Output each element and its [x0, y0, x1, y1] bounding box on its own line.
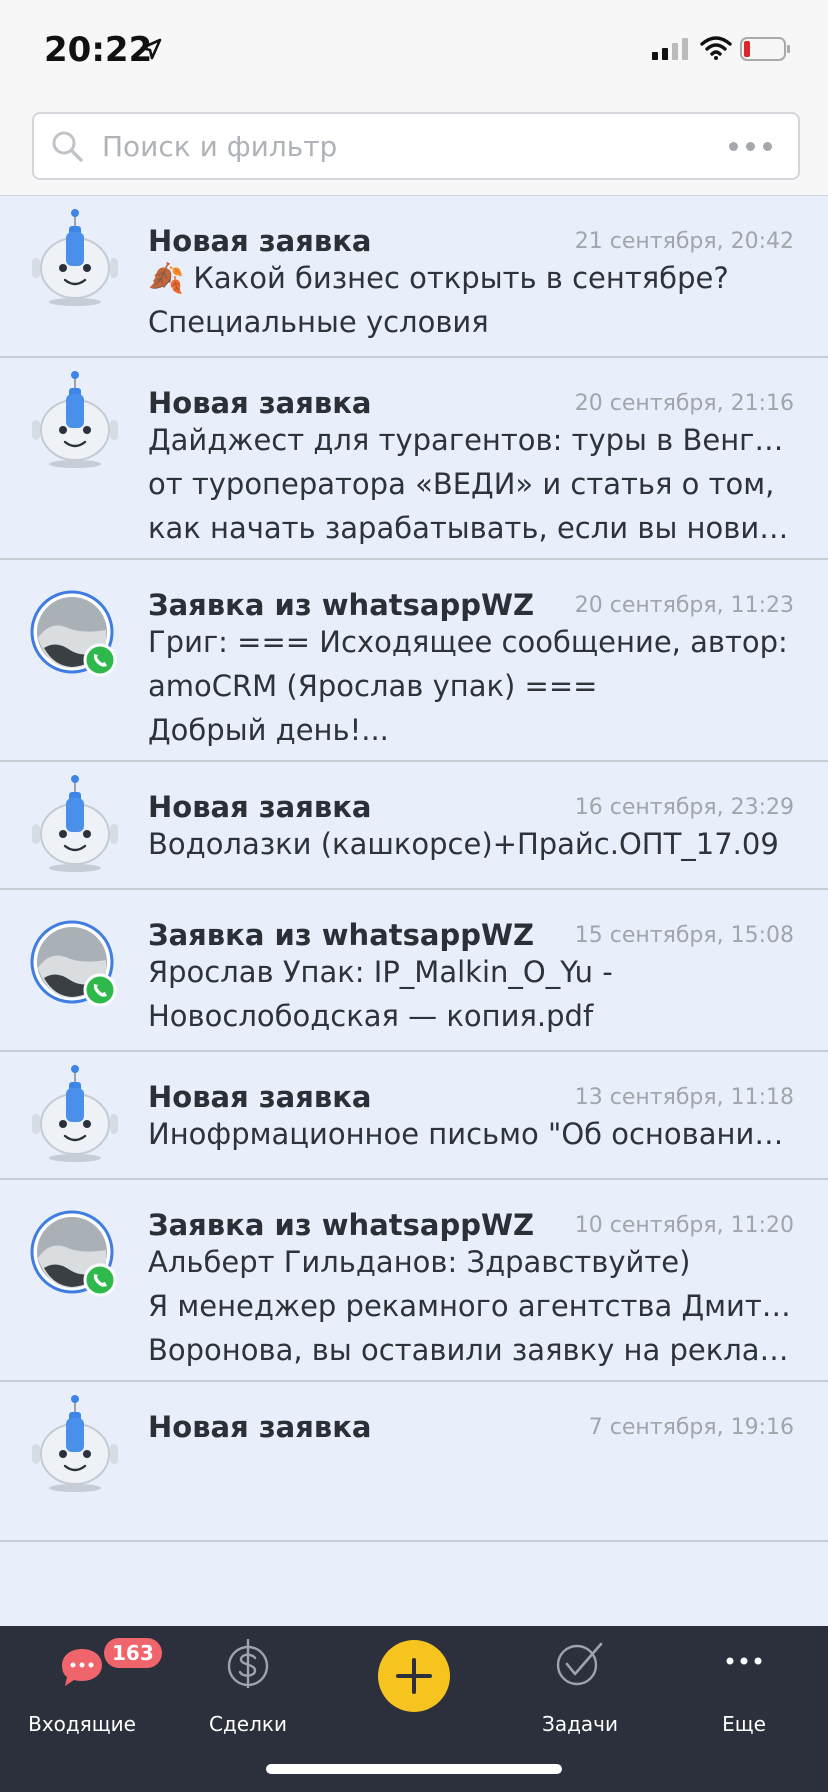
conversation-title: Новая заявка — [148, 224, 372, 258]
preview-line: от туроператора «ВЕДИ» и статья о том, — [148, 467, 775, 501]
conversation-date: 21 сентября, 20:42 — [574, 229, 794, 254]
preview-line: Инофрмационное письмо "Об основаниях" — [148, 1117, 794, 1151]
conversation-preview: Инофрмационное письмо "Об основаниях" — [148, 1112, 794, 1156]
add-button[interactable] — [378, 1640, 450, 1712]
conversation-date: 16 сентября, 23:29 — [574, 795, 794, 820]
status-time: 20:22 — [44, 30, 153, 70]
conversation-preview: Альберт Гильданов: Здравствуйте) Я менедж… — [148, 1240, 794, 1372]
conversation-list: Новая заявка 21 сентября, 20:42 🍂 Какой … — [0, 196, 828, 1626]
preview-line: Григ: === Исходящее сообщение, автор: — [148, 625, 788, 659]
screen: 20:22 Поиск и фильтр Новая заявка 21 сен… — [0, 0, 828, 1792]
search-bar — [0, 100, 828, 196]
conversation-preview: Водолазки (кашкорсе)+Прайс.ОПТ_17.09 — [148, 822, 794, 866]
status-bar: 20:22 — [0, 0, 828, 100]
conversation-title: Новая заявка — [148, 1410, 372, 1444]
preview-line: Специальные условия — [148, 305, 489, 339]
conversation-row[interactable]: Заявка из whatsappWZ 10 сентября, 11:20 … — [0, 1180, 828, 1382]
conversation-date: 7 сентября, 19:16 — [588, 1415, 794, 1440]
preview-line: amoCRM (Ярослав упак) === — [148, 669, 598, 703]
tab-inbox[interactable]: 163 Входящие — [2, 1626, 162, 1756]
cellular-signal-icon — [652, 38, 688, 60]
preview-line: Воронова, вы оставили заявку на реклам..… — [148, 1333, 794, 1367]
conversation-title: Новая заявка — [148, 386, 372, 420]
home-indicator — [266, 1764, 562, 1774]
check-circle-icon — [556, 1642, 603, 1686]
conversation-preview: Ярослав Упак: IP_Malkin_O_Yu - Новослобод… — [148, 950, 794, 1038]
conversation-row[interactable]: Новая заявка 16 сентября, 23:29 Водолазк… — [0, 762, 828, 890]
tab-tasks-label: Задачи — [542, 1712, 618, 1736]
robot-avatar-icon — [32, 209, 118, 306]
preview-line: 🍂 Какой бизнес открыть в сентябре? — [148, 261, 729, 295]
robot-avatar-icon — [32, 775, 118, 872]
inbox-badge: 163 — [104, 1638, 162, 1668]
preview-line: Ярослав Упак: IP_Malkin_O_Yu - — [148, 955, 613, 989]
conversation-date: 13 сентября, 11:18 — [574, 1085, 794, 1110]
preview-line: Новослободская — копия.pdf — [148, 999, 594, 1033]
whatsapp-contact-avatar — [30, 920, 117, 1007]
conversation-preview: 🍂 Какой бизнес открыть в сентябре? Специа… — [148, 256, 794, 344]
conversation-row[interactable]: Новая заявка 13 сентября, 11:18 Инофрмац… — [0, 1052, 828, 1180]
conversation-preview: Дайджест для турагентов: туры в Венгрию о… — [148, 418, 794, 550]
robot-avatar-icon — [32, 1395, 118, 1492]
more-dots-icon — [726, 1657, 762, 1665]
tab-more-label: Еще — [722, 1712, 766, 1736]
preview-line: Водолазки (кашкорсе)+Прайс.ОПТ_17.09 — [148, 827, 779, 861]
robot-avatar-icon — [32, 1065, 118, 1162]
conversation-row[interactable]: Новая заявка 20 сентября, 21:16 Дайджест… — [0, 358, 828, 560]
tab-bar: 163 Входящие Сделки Задачи Еще — [0, 1626, 828, 1792]
battery-low-icon — [740, 37, 790, 61]
tab-inbox-label: Входящие — [28, 1712, 136, 1736]
conversation-date: 10 сентября, 11:20 — [574, 1213, 794, 1238]
conversation-row[interactable]: Новая заявка 7 сентября, 19:16 — [0, 1382, 828, 1542]
tab-more[interactable]: Еще — [664, 1626, 824, 1756]
conversation-row[interactable]: Новая заявка 21 сентября, 20:42 🍂 Какой … — [0, 196, 828, 358]
search-box[interactable] — [32, 112, 800, 180]
tab-deals-label: Сделки — [209, 1712, 287, 1736]
conversation-title: Новая заявка — [148, 1080, 372, 1114]
conversation-title: Новая заявка — [148, 790, 372, 824]
preview-line: Я менеджер рекамного агентства Дмитрия — [148, 1289, 794, 1323]
search-icon — [52, 131, 83, 162]
conversation-date: 20 сентября, 21:16 — [574, 391, 794, 416]
conversation-row[interactable]: Заявка из whatsappWZ 15 сентября, 15:08 … — [0, 890, 828, 1052]
preview-line: Альберт Гильданов: Здравствуйте) — [148, 1245, 691, 1279]
whatsapp-contact-avatar — [30, 590, 117, 677]
conversation-title: Заявка из whatsappWZ — [148, 918, 534, 952]
preview-line: Дайджест для турагентов: туры в Венгрию — [148, 423, 794, 457]
chat-bubble-icon — [62, 1649, 102, 1686]
preview-line: как начать зарабатывать, если вы новичо.… — [148, 511, 794, 545]
dollar-icon — [227, 1639, 269, 1688]
preview-line: Добрый день!... — [148, 713, 389, 747]
conversation-date: 15 сентября, 15:08 — [574, 923, 794, 948]
tab-tasks[interactable]: Задачи — [500, 1626, 660, 1756]
search-input[interactable] — [102, 126, 702, 166]
search-options-button[interactable] — [729, 132, 772, 151]
whatsapp-contact-avatar — [30, 1210, 117, 1297]
more-dots-icon — [729, 142, 772, 151]
wifi-icon — [700, 36, 732, 60]
conversation-row[interactable]: Заявка из whatsappWZ 20 сентября, 11:23 … — [0, 560, 828, 762]
conversation-title: Заявка из whatsappWZ — [148, 588, 534, 622]
tab-deals[interactable]: Сделки — [168, 1626, 328, 1756]
conversation-preview: Григ: === Исходящее сообщение, автор: amo… — [148, 620, 794, 752]
conversation-title: Заявка из whatsappWZ — [148, 1208, 534, 1242]
conversation-date: 20 сентября, 11:23 — [574, 593, 794, 618]
plus-icon — [396, 1658, 432, 1694]
location-arrow-icon — [140, 38, 162, 60]
robot-avatar-icon — [32, 371, 118, 468]
